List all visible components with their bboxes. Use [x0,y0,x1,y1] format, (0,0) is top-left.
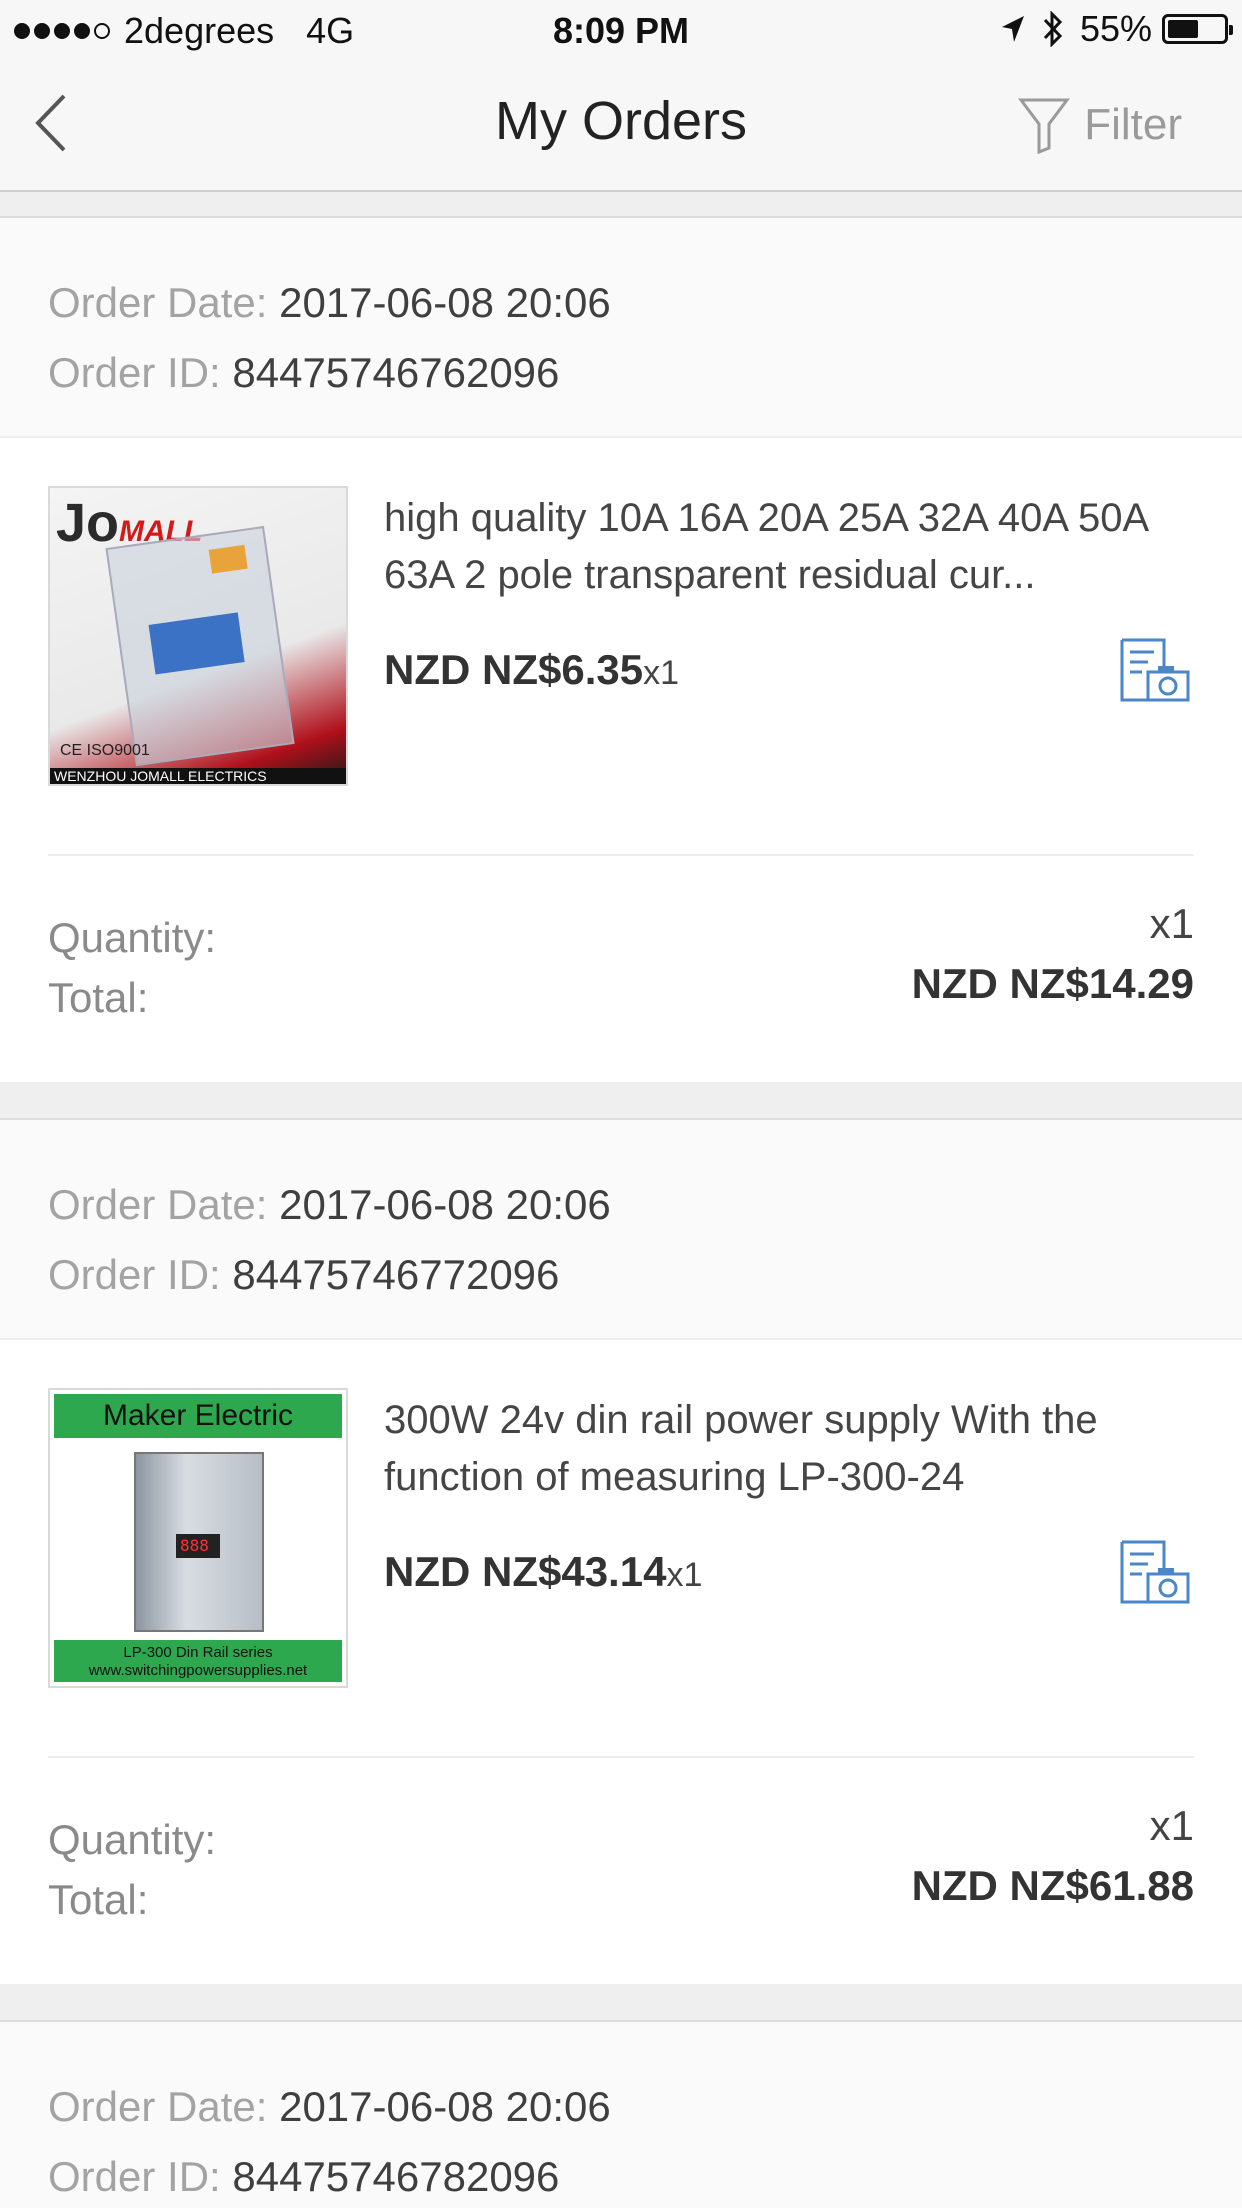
thumb-brand-banner: Maker Electric [54,1394,342,1438]
order-gap [0,1082,1242,1118]
total-value: NZD NZ$61.88 [911,1862,1194,1909]
quantity-value: x1 [1149,900,1194,947]
photo-review-button[interactable] [1118,1538,1192,1611]
location-arrow-icon [1001,16,1024,42]
product-price: NZD NZ$6.35x1 [384,646,679,694]
status-bar: 2degrees 4G 8:09 PM 55% [0,0,1242,60]
battery-percent: 55% [1079,8,1152,49]
photo-review-icon [1120,638,1190,702]
thumb-power-supply-image [134,1452,264,1632]
total-label: Total: [48,1876,149,1923]
photo-review-icon [1120,1540,1190,1604]
product-row[interactable]: JoMALL CE ISO9001 WENZHOU JOMALL ELECTRI… [0,438,1242,856]
battery-fill [1168,20,1198,38]
product-price: NZD NZ$43.14x1 [384,1548,702,1596]
order-date-label: Order Date: [48,1181,280,1228]
thumb-series-text: LP-300 Din Rail series [123,1644,273,1661]
orders-list: Order Date: 2017-06-08 20:06 Order ID: 8… [0,216,1242,2208]
status-right: 55% [1000,8,1233,50]
thumb-maker-text: WENZHOU JOMALL ELECTRICS [50,768,346,784]
order-date-label: Order Date: [48,2083,280,2130]
product-thumbnail[interactable]: Maker Electric LP-300 Din Rail series ww… [48,1388,348,1688]
quantity-value: x1 [1149,1802,1194,1849]
order-date-value: 2017-06-08 20:06 [279,1181,611,1228]
order-card[interactable]: Order Date: 2017-06-08 20:06 Order ID: 8… [0,2020,1242,2208]
nav-bar: My Orders Filter [0,60,1242,192]
order-id-value: 84475746762096 [232,349,560,396]
order-id-line: Order ID: 84475746772096 [48,1240,1194,1310]
order-header: Order Date: 2017-06-08 20:06 Order ID: 8… [0,218,1242,438]
order-date-line: Order Date: 2017-06-08 20:06 [48,2072,1194,2142]
product-qty: x1 [643,654,679,692]
order-date-line: Order Date: 2017-06-08 20:06 [48,1170,1194,1240]
funnel-icon [1018,98,1071,154]
total-value: NZD NZ$14.29 [911,960,1194,1007]
filter-button[interactable]: Filter [1018,96,1182,154]
quantity-label: Quantity: [48,1816,217,1863]
order-id-value: 84475746782096 [232,2153,560,2200]
product-qty: x1 [666,1556,703,1594]
product-price-value: NZD NZ$6.35 [384,646,644,693]
product-row[interactable]: Maker Electric LP-300 Din Rail series ww… [0,1340,1242,1758]
total-label: Total: [48,974,149,1021]
order-card[interactable]: Order Date: 2017-06-08 20:06 Order ID: 8… [0,216,1242,1082]
order-id-label: Order ID: [48,2153,233,2200]
order-id-value: 84475746772096 [232,1251,560,1298]
order-summary: Quantity: x1 Total: NZD NZ$61.88 [0,1758,1242,1984]
quantity-label: Quantity: [48,914,217,961]
order-header: Order Date: 2017-06-08 20:06 Order ID: 8… [0,1120,1242,1340]
order-id-line: Order ID: 84475746782096 [48,2142,1194,2208]
bluetooth-icon [1043,11,1063,47]
product-title[interactable]: 300W 24v din rail power supply With the … [384,1392,1194,1506]
order-id-label: Order ID: [48,349,233,396]
product-thumbnail[interactable]: JoMALL CE ISO9001 WENZHOU JOMALL ELECTRI… [48,486,348,786]
order-id-line: Order ID: 84475746762096 [48,338,1194,408]
order-card[interactable]: Order Date: 2017-06-08 20:06 Order ID: 8… [0,1118,1242,1984]
order-header: Order Date: 2017-06-08 20:06 Order ID: 8… [0,2022,1242,2208]
product-title[interactable]: high quality 10A 16A 20A 25A 32A 40A 50A… [384,490,1194,604]
thumb-url-text: www.switchingpowersupplies.net [88,1662,308,1679]
photo-review-button[interactable] [1118,636,1192,709]
order-date-label: Order Date: [48,279,280,326]
filter-label: Filter [1084,100,1182,149]
order-id-label: Order ID: [48,1251,233,1298]
order-date-line: Order Date: 2017-06-08 20:06 [48,268,1194,338]
thumb-breaker-image [105,525,295,767]
order-gap [0,1984,1242,2020]
battery-icon [1162,14,1233,44]
order-summary: Quantity: x1 Total: NZD NZ$14.29 [0,856,1242,1082]
order-date-value: 2017-06-08 20:06 [279,279,611,326]
thumb-cert-text: CE ISO9001 [60,742,150,759]
thumb-series-banner: LP-300 Din Rail series www.switchingpowe… [54,1640,342,1682]
order-date-value: 2017-06-08 20:06 [279,2083,611,2130]
product-price-value: NZD NZ$43.14 [384,1548,667,1595]
